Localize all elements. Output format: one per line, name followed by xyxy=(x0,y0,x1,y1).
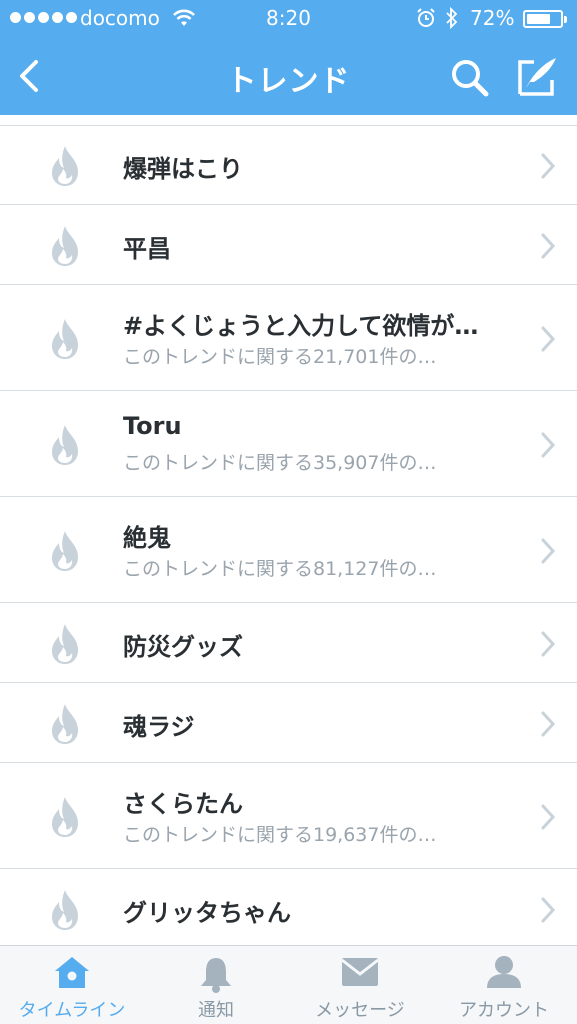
status-bar: docomo 8:20 72% xyxy=(0,0,577,38)
trend-row[interactable]: #よくじょうと入力して欲情が… このトレンドに関する21,701件の… xyxy=(0,286,577,391)
chevron-right-icon xyxy=(541,538,556,563)
home-icon xyxy=(52,954,92,996)
trend-list: 爆弾はこり平昌 #よくじょうと入力して欲情が… このトレンドに関する21,701件の… xyxy=(0,115,577,945)
flame-icon xyxy=(52,889,78,930)
trend-row[interactable]: さくらたんこのトレンドに関する19,637件の… xyxy=(0,764,577,869)
flame-icon xyxy=(52,703,78,744)
trend-row[interactable]: 爆弾はこり xyxy=(0,126,577,205)
tab-envelope[interactable]: メッセージ xyxy=(288,946,432,1024)
flame-icon xyxy=(52,318,78,359)
chevron-right-icon xyxy=(541,804,556,829)
chevron-right-icon xyxy=(541,153,556,178)
tab-label: 通知 xyxy=(198,1000,234,1021)
flame-icon xyxy=(52,145,78,186)
trend-title: 防災グッズ xyxy=(123,633,243,661)
tab-home[interactable]: タイムライン xyxy=(0,946,144,1024)
trend-title: 魂ラジ xyxy=(123,713,195,741)
flame-icon xyxy=(52,530,78,571)
trend-title: 平昌 xyxy=(123,235,171,263)
trend-row[interactable]: 絶鬼このトレンドに関する81,127件の… xyxy=(0,498,577,603)
trend-tweet-count: このトレンドに関する81,127件の… xyxy=(123,558,437,580)
search-icon[interactable] xyxy=(448,56,492,100)
trend-title: グリッタちゃん xyxy=(123,899,291,927)
trend-row[interactable]: グリッタちゃん xyxy=(0,870,577,945)
tab-label: タイムライン xyxy=(18,1000,126,1021)
trend-title: 爆弾はこり xyxy=(123,155,243,183)
trend-row[interactable]: 魂ラジ xyxy=(0,684,577,763)
trend-title: 絶鬼 xyxy=(123,524,171,552)
envelope-icon xyxy=(340,954,380,994)
flame-icon xyxy=(52,796,78,837)
flame-icon xyxy=(52,424,78,465)
bluetooth-icon xyxy=(446,7,458,29)
compose-icon[interactable] xyxy=(512,54,562,100)
trend-row[interactable]: 防災グッズ xyxy=(0,604,577,683)
trend-tweet-count: このトレンドに関する19,637件の… xyxy=(123,824,437,846)
chevron-right-icon xyxy=(541,631,556,656)
chevron-right-icon xyxy=(541,897,556,922)
flame-icon xyxy=(52,225,78,266)
chevron-right-icon xyxy=(541,233,556,258)
tab-label: メッセージ xyxy=(315,1000,405,1021)
flame-icon xyxy=(52,623,78,664)
tab-person[interactable]: アカウント xyxy=(432,946,576,1024)
trend-title: #よくじょうと入力して欲情が… xyxy=(123,312,479,340)
tab-label: アカウント xyxy=(459,1000,549,1021)
chevron-right-icon xyxy=(541,432,556,457)
tab-bar: タイムライン 通知 メッセージ アカウント xyxy=(0,945,577,1024)
battery-icon xyxy=(523,10,567,28)
chevron-right-icon xyxy=(541,326,556,351)
alarm-icon xyxy=(417,8,435,27)
chevron-right-icon xyxy=(541,711,556,736)
tab-bell[interactable]: 通知 xyxy=(144,946,288,1024)
trend-title: Toru xyxy=(123,412,182,440)
trend-tweet-count: このトレンドに関する21,701件の… xyxy=(123,346,437,368)
app-header: docomo 8:20 72% トレンド xyxy=(0,0,577,115)
trend-row[interactable]: Toru このトレンドに関する35,907件の… xyxy=(0,392,577,497)
person-icon xyxy=(484,954,524,996)
trend-row[interactable]: 平昌 xyxy=(0,206,577,285)
bell-icon xyxy=(198,954,234,998)
nav-bar: トレンド xyxy=(0,38,577,115)
trend-title: さくらたん xyxy=(123,790,243,818)
trend-tweet-count: このトレンドに関する35,907件の… xyxy=(123,452,437,474)
battery-percent: 72% xyxy=(470,6,515,30)
